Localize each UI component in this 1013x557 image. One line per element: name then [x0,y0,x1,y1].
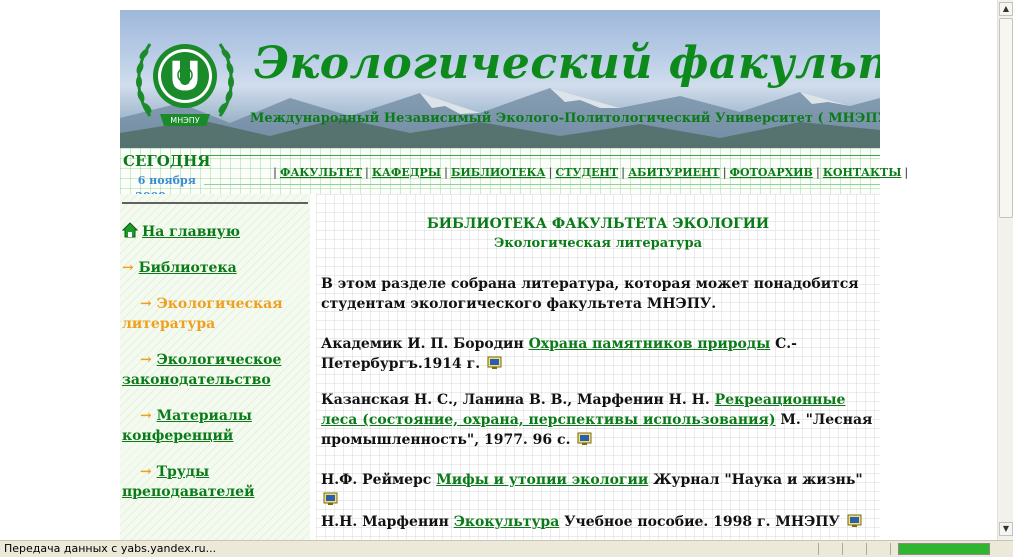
logo-letter: U [169,54,201,100]
site-subtitle: Международный Независимый Эколого-Полито… [250,111,880,126]
arrow-right-icon: → [140,352,152,368]
sidebar-item-eco-legislation: → Экологическое законодательство [122,350,281,390]
sidebar-item-eco-literature: → Экологическая литература [122,294,283,334]
main-content: БИБЛИОТЕКА ФАКУЛЬТЕТА ЭКОЛОГИИ Экологиче… [316,194,880,540]
link-line: Материалы [156,408,252,424]
status-divider [842,543,843,555]
link-line: законодательство [122,372,271,388]
site-banner: U МНЭПУ Экологический факультет Междунар… [120,10,880,148]
menu-separator: | [548,166,553,179]
arrow-right-icon: → [140,408,152,424]
book-author: Академик И. П. Бородин [321,336,529,352]
book-entry: Н.Ф. Реймерс Мифы и утопии экологии Журн… [321,470,877,510]
menu-separator: | [904,166,909,179]
menu-separator: | [815,166,820,179]
menu-item-photo-archive[interactable]: ФОТОАРХИВ [730,166,813,179]
sidebar-divider [122,202,308,204]
book-details: Учебное пособие. 1998 г. МНЭПУ [559,514,840,530]
today-date-day: 6 ноября [137,174,196,187]
progress-fill [899,544,989,554]
sidebar-item-home: На главную [122,222,240,242]
site-title: Экологический факультет [254,38,880,89]
nav-divider-bottom [204,184,880,185]
menu-item-faculty[interactable]: ФАКУЛЬТЕТ [280,166,362,179]
book-link[interactable]: Охрана памятников природы [529,336,771,352]
sidebar-item-faculty-works: → Труды преподавателей [122,462,254,502]
nav-divider-top [204,155,880,156]
menu-separator: | [621,166,626,179]
scroll-up-button[interactable]: ▲ [999,2,1013,16]
arrow-right-icon: → [140,464,152,480]
book-link[interactable]: Экокультура [454,514,560,530]
menu-separator: | [273,166,278,179]
site-container: U МНЭПУ Экологический факультет Междунар… [120,10,908,540]
top-navigation-row: СЕГОДНЯ 6 ноября 2009 года |ФАКУЛЬТЕТ|КА… [120,148,908,203]
status-divider [866,543,867,555]
logo-text: МНЭПУ [170,116,200,125]
status-divider [890,543,891,555]
link-line: Труды [156,464,210,480]
book-details: Журнал "Наука и жизнь" [648,472,863,488]
today-label: СЕГОДНЯ [123,152,211,170]
book-entry: Академик И. П. Бородин Охрана памятников… [321,334,877,374]
book-download-icon[interactable] [847,514,863,528]
menu-item-applicant[interactable]: АБИТУРИЕНТ [628,166,720,179]
book-download-icon[interactable] [487,356,503,370]
book-download-icon[interactable] [323,492,339,506]
book-entry: Казанская Н. С., Ланина В. В., Марфенин … [321,390,877,450]
status-text: Передача данных с yabs.yandex.ru... [4,542,217,555]
arrow-right-icon: → [122,260,134,276]
menu-separator: | [364,166,369,179]
vertical-scrollbar[interactable]: ▲ ▼ [997,0,1013,540]
book-author: Н.Н. Марфенин [321,514,454,530]
scrollbar-thumb[interactable] [999,18,1013,218]
browser-viewport: U МНЭПУ Экологический факультет Междунар… [0,0,997,540]
book-download-icon[interactable] [577,432,593,446]
page-title: БИБЛИОТЕКА ФАКУЛЬТЕТА ЭКОЛОГИИ [426,216,770,232]
link-line: литература [122,316,216,332]
book-author: Н.Ф. Реймерс [321,472,437,488]
arrow-right-icon: → [140,296,152,312]
page-subtitle: Экологическая литература [493,236,703,251]
home-link[interactable]: На главную [142,224,240,240]
sidebar-item-library: → Библиотека [122,258,237,278]
scroll-down-button[interactable]: ▼ [999,522,1013,536]
menu-item-library[interactable]: БИБЛИОТЕКА [451,166,545,179]
intro-text: В этом разделе собрана литература, котор… [321,276,859,312]
content-area: На главную → Библиотека → Экологическая л… [120,194,880,540]
status-divider [818,543,819,555]
university-logo: U МНЭПУ [136,43,234,126]
sidebar: На главную → Библиотека → Экологическая л… [120,194,310,540]
book-link[interactable]: Мифы и утопии экологии [436,472,648,488]
home-icon [122,222,138,238]
link-line: Экологическое [156,352,282,368]
menu-item-student[interactable]: СТУДЕНТ [555,166,618,179]
main-menu: | ФАКУЛЬТЕТ | КАФЕДРЫ | БИБЛИОТЕКА | СТУДЕНТ | АБ… [270,166,911,179]
menu-separator: | [443,166,448,179]
loading-progress-bar [898,543,990,555]
menu-item-contacts[interactable]: КОНТАКТЫ [823,166,902,179]
menu-item-departments[interactable]: КАФЕДРЫ [372,166,441,179]
library-link[interactable]: Библиотека [139,260,237,276]
menu-separator: | [722,166,727,179]
link-line: конференций [122,428,234,444]
link-line: Экологическая [156,296,283,312]
status-bar: Передача данных с yabs.yandex.ru... [0,540,1013,557]
link-line: преподавателей [122,484,255,500]
book-author: Казанская Н. С., Ланина В. В., Марфенин … [321,392,715,408]
book-entry: Н.Н. Марфенин Экокультура Учебное пособи… [321,512,877,532]
sidebar-item-conference-materials: → Материалы конференций [122,406,252,446]
